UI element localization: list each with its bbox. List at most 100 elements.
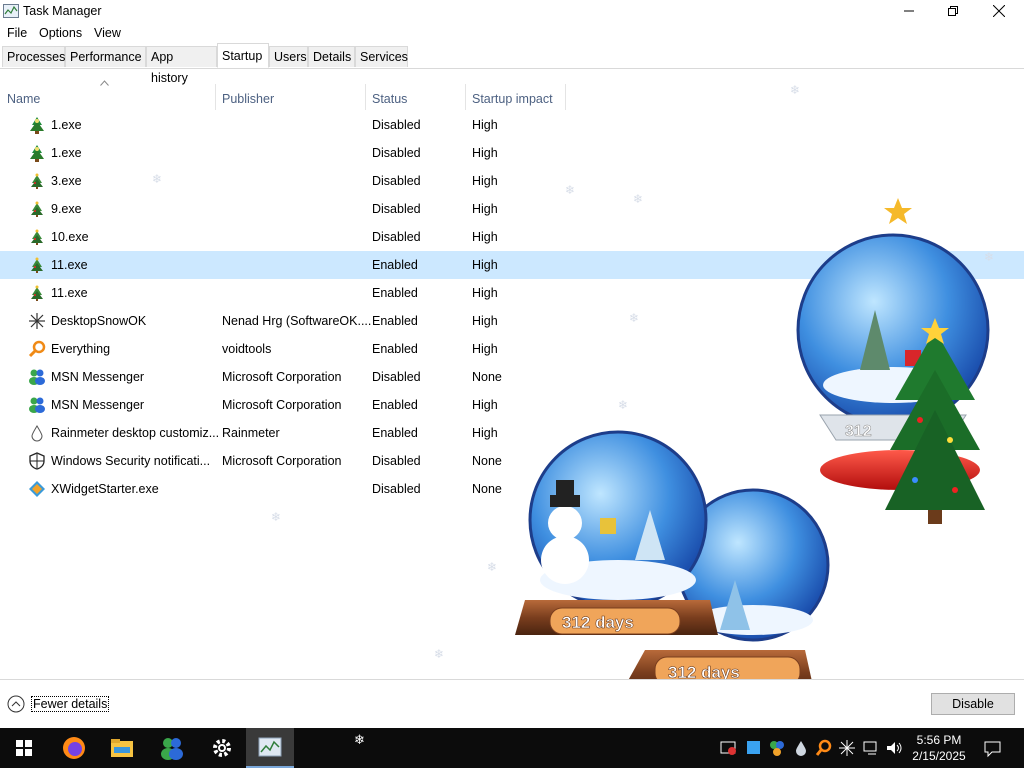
- row-publisher: Microsoft Corporation: [222, 454, 342, 468]
- row-publisher: voidtools: [222, 342, 272, 356]
- row-publisher: Microsoft Corporation: [222, 370, 342, 384]
- column-header: Name Publisher Status Startup impact: [0, 84, 1024, 110]
- bottom-bar: Fewer details Disable: [0, 679, 1024, 729]
- column-startup-impact[interactable]: Startup impact: [472, 92, 553, 106]
- snowflake-icon: ❄: [271, 510, 282, 524]
- tray-msn-icon[interactable]: [768, 739, 786, 757]
- clock-time: 5:56 PM: [916, 733, 962, 747]
- row-startup-impact: High: [472, 286, 498, 300]
- tab-details[interactable]: Details: [308, 46, 355, 67]
- row-startup-impact: High: [472, 314, 498, 328]
- snowflake-icon: ❄: [434, 647, 445, 661]
- row-startup-impact: High: [472, 146, 498, 160]
- fewer-details-button[interactable]: Fewer details: [7, 694, 110, 714]
- minimize-icon: [904, 10, 914, 12]
- row-name: DesktopSnowOK: [51, 314, 147, 328]
- row-status: Disabled: [372, 202, 421, 216]
- disable-button[interactable]: Disable: [931, 693, 1015, 715]
- row-name: 1.exe: [51, 118, 82, 132]
- row-name: 11.exe: [51, 258, 88, 272]
- taskbar-firefox[interactable]: [50, 728, 98, 768]
- row-status: Enabled: [372, 426, 418, 440]
- snow-globe-top: 312: [796, 233, 990, 490]
- row-startup-impact: High: [472, 342, 498, 356]
- row-publisher: Nenad Hrg (SoftwareOK....: [222, 314, 372, 328]
- tree-small-icon: [28, 200, 46, 218]
- tab-processes[interactable]: Processes: [2, 46, 65, 67]
- taskbar-task-manager[interactable]: [246, 728, 294, 768]
- row-name: 3.exe: [51, 174, 82, 188]
- chevron-up-circle-icon: [7, 695, 25, 713]
- taskbar-msn[interactable]: [148, 728, 196, 768]
- row-publisher: Microsoft Corporation: [222, 398, 342, 412]
- column-publisher[interactable]: Publisher: [222, 92, 274, 106]
- restore-button[interactable]: [930, 0, 976, 22]
- volume-icon[interactable]: [885, 739, 903, 757]
- tray-screen-icon[interactable]: [720, 739, 738, 757]
- table-row[interactable]: 1.exe Disabled High: [0, 111, 1024, 139]
- notifications-icon[interactable]: [983, 739, 1003, 759]
- tray-snow-icon[interactable]: [838, 739, 856, 757]
- tray-rainmeter-icon[interactable]: [792, 739, 810, 757]
- row-name: 11.exe: [51, 286, 88, 300]
- tray-blue-square-icon[interactable]: [745, 739, 763, 757]
- row-startup-impact: None: [472, 454, 502, 468]
- column-status[interactable]: Status: [372, 92, 407, 106]
- msn-buddy-icon: [28, 368, 46, 386]
- row-startup-impact: High: [472, 426, 498, 440]
- close-button[interactable]: [976, 0, 1022, 22]
- start-button[interactable]: [0, 728, 48, 768]
- column-divider[interactable]: [565, 84, 566, 110]
- table-row[interactable]: 1.exe Disabled High: [0, 139, 1024, 167]
- globe-day-label: 312 days: [562, 613, 634, 632]
- xwidget-icon: [28, 480, 46, 498]
- minimize-button[interactable]: [886, 0, 932, 22]
- tab-startup[interactable]: Startup: [217, 43, 269, 68]
- snowflake-icon: ❄: [790, 83, 801, 97]
- row-startup-impact: None: [472, 370, 502, 384]
- task-manager-icon: [3, 4, 19, 18]
- row-status: Enabled: [372, 342, 418, 356]
- tab-performance[interactable]: Performance: [65, 46, 146, 67]
- column-divider[interactable]: [215, 84, 216, 110]
- tree-small-icon: [28, 256, 46, 274]
- row-startup-impact: None: [472, 482, 502, 496]
- row-status: Enabled: [372, 314, 418, 328]
- column-divider[interactable]: [365, 84, 366, 110]
- menu-options[interactable]: Options: [39, 26, 82, 40]
- row-status: Disabled: [372, 454, 421, 468]
- msn-buddy-icon: [28, 396, 46, 414]
- snowflake-icon: ❄: [152, 172, 163, 186]
- row-status: Enabled: [372, 258, 418, 272]
- fewer-details-label: Fewer details: [31, 696, 110, 712]
- tree-small-icon: [28, 172, 46, 190]
- clock-date: 2/15/2025: [912, 749, 966, 763]
- snowflake-icon: ❄: [487, 560, 498, 574]
- column-divider[interactable]: [465, 84, 466, 110]
- clock[interactable]: 5:56 PM 2/15/2025: [904, 732, 974, 764]
- network-icon[interactable]: [862, 739, 880, 757]
- row-name: Rainmeter desktop customiz...: [51, 426, 220, 440]
- menu-bar: File Options View: [0, 23, 1024, 43]
- column-name[interactable]: Name: [7, 92, 40, 106]
- menu-file[interactable]: File: [7, 26, 27, 40]
- tab-app-history[interactable]: App history: [146, 46, 217, 85]
- windows-start-icon: [16, 740, 32, 756]
- msn-buddy-icon: [161, 738, 183, 760]
- magnifier-icon: [28, 340, 46, 358]
- tree-small-icon: [28, 284, 46, 302]
- tab-users[interactable]: Users: [269, 46, 308, 67]
- snowflake-icon: [28, 312, 46, 330]
- menu-view[interactable]: View: [94, 26, 121, 40]
- file-explorer-icon: [111, 739, 133, 757]
- tray-everything-icon[interactable]: [815, 739, 833, 757]
- row-name: Everything: [51, 342, 111, 356]
- taskbar-file-explorer[interactable]: [98, 728, 146, 768]
- row-status: Disabled: [372, 174, 421, 188]
- tab-services[interactable]: Services: [355, 46, 408, 67]
- row-startup-impact: High: [472, 230, 498, 244]
- firefox-icon: [63, 737, 85, 759]
- row-status: Enabled: [372, 398, 418, 412]
- row-name: Windows Security notificati...: [51, 454, 211, 468]
- taskbar-settings[interactable]: [198, 728, 246, 768]
